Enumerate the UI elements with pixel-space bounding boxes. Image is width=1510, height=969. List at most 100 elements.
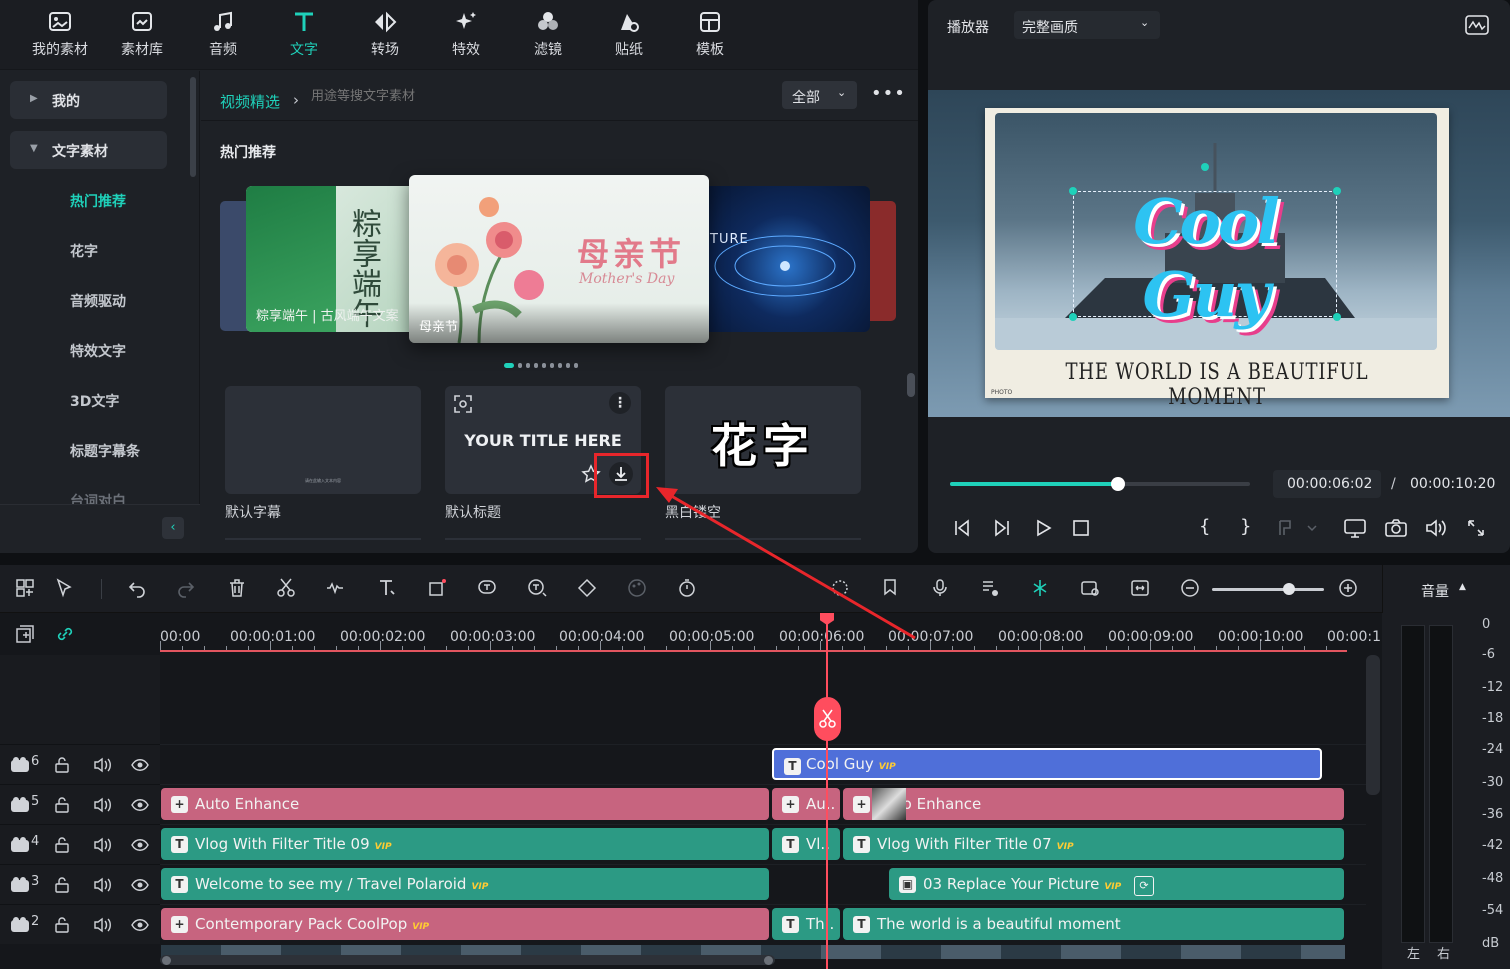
sidebar-item-audio-driven[interactable]: 音频驱动 xyxy=(70,291,126,311)
zoom-in-icon[interactable] xyxy=(1338,578,1358,598)
card-menu-icon[interactable]: ⋮ xyxy=(609,392,631,414)
progress-track[interactable] xyxy=(950,477,1250,491)
timeline-clip[interactable]: + Contemporary Pack CoolPop VIP xyxy=(161,908,769,940)
tab-stock-library[interactable]: 素材库 xyxy=(107,10,177,59)
video-preview[interactable]: THE WORLD IS A BEAUTIFUL MOMENT PHOTO Co… xyxy=(928,90,1510,417)
quality-select[interactable]: 完整画质 ⌄ xyxy=(1014,11,1160,39)
prev-frame-icon[interactable] xyxy=(952,518,972,538)
lock-icon[interactable] xyxy=(54,877,70,893)
eye-icon[interactable] xyxy=(131,878,149,892)
split-playhead-button[interactable] xyxy=(814,697,841,741)
tab-stickers[interactable]: 贴纸 xyxy=(594,10,664,59)
carousel-dot[interactable] xyxy=(542,363,546,368)
card-black-white-hollow[interactable]: 花字 xyxy=(665,386,861,494)
breadcrumb-link[interactable]: 视频精选 xyxy=(220,91,280,112)
sidebar-group-mine[interactable]: ▶ 我的 xyxy=(10,81,167,119)
link-icon[interactable] xyxy=(55,624,75,644)
progress-knob[interactable] xyxy=(1111,477,1125,491)
timeline-ruler[interactable]: 00:00 00:00:01:00 00:00:02:00 00:00:03:00 00… xyxy=(160,613,1382,655)
playhead-line[interactable] xyxy=(826,615,828,969)
undo-icon[interactable] xyxy=(127,578,147,598)
carousel-dot[interactable] xyxy=(574,363,578,368)
scissors-icon[interactable] xyxy=(276,578,296,598)
volume-menu[interactable]: 音量 ▲ xyxy=(1382,565,1510,613)
lock-icon[interactable] xyxy=(54,797,70,813)
track-volume-icon[interactable] xyxy=(93,797,111,813)
keyframe-icon[interactable] xyxy=(577,578,597,598)
sidebar-item-3d-text[interactable]: 3D文字 xyxy=(70,391,119,411)
add-track-icon[interactable] xyxy=(15,624,35,644)
carousel-card-mothers-day[interactable]: 母亲节 Mother's Day 母亲节 xyxy=(409,175,709,343)
tab-transition[interactable]: 转场 xyxy=(350,10,420,59)
volume-icon[interactable] xyxy=(1425,518,1447,538)
carousel-dot[interactable] xyxy=(518,363,522,368)
mic-icon[interactable] xyxy=(930,578,950,598)
resize-handle[interactable] xyxy=(1333,187,1341,195)
sidebar-item-title-bar[interactable]: 标题字幕条 xyxy=(70,441,140,461)
carousel-edge-card[interactable] xyxy=(870,201,896,321)
scroll-handle[interactable] xyxy=(162,956,171,965)
current-time[interactable]: 00:00:06:02 xyxy=(1273,470,1381,498)
motion-icon[interactable] xyxy=(1080,578,1100,598)
timeline-clip[interactable]: + Au.. xyxy=(772,788,840,820)
color-icon[interactable] xyxy=(627,578,647,598)
zoom-slider-knob[interactable] xyxy=(1283,583,1296,595)
resize-handle[interactable] xyxy=(1069,313,1077,321)
lock-icon[interactable] xyxy=(54,757,70,773)
carousel-dot[interactable] xyxy=(558,363,562,368)
filter-select[interactable]: 全部 ⌄ xyxy=(782,81,857,109)
crop-icon[interactable] xyxy=(427,578,447,598)
timeline-clip[interactable]: T The world is a beautiful moment xyxy=(843,908,1344,940)
resize-handle[interactable] xyxy=(1069,187,1077,195)
resize-handle[interactable] xyxy=(1333,313,1341,321)
audio-split-icon[interactable] xyxy=(325,578,345,598)
carousel-dot[interactable] xyxy=(526,363,530,368)
timeline-clip[interactable]: T Vlog With Filter Title 07 VIP xyxy=(843,828,1344,860)
delete-icon[interactable] xyxy=(227,578,247,598)
track-volume-icon[interactable] xyxy=(93,837,111,853)
speech-to-text-icon[interactable] xyxy=(477,578,497,598)
carousel-card-dragon-boat[interactable]: 粽享端午 粽享端午 | 古风端午文案 xyxy=(246,186,421,332)
marker-icon[interactable] xyxy=(1278,519,1318,537)
carousel-dot[interactable] xyxy=(504,363,514,368)
timeline-clip[interactable]: ▣ 03 Replace Your Picture VIP xyxy=(889,868,1344,900)
timeline-clip[interactable]: + Auto Enhance xyxy=(843,788,1344,820)
mark-in-icon[interactable]: { xyxy=(1199,516,1210,537)
search-input[interactable] xyxy=(311,84,561,108)
sidebar-group-text-assets[interactable]: ▼ 文字素材 xyxy=(10,131,167,169)
more-options-icon[interactable]: ••• xyxy=(871,83,906,104)
eye-icon[interactable] xyxy=(131,758,149,772)
track-volume-icon[interactable] xyxy=(93,877,111,893)
tts-icon[interactable] xyxy=(527,578,547,598)
play-icon[interactable] xyxy=(1033,518,1053,538)
zoom-out-icon[interactable] xyxy=(1180,578,1200,598)
tab-my-assets[interactable]: 我的素材 xyxy=(25,10,95,59)
carousel-dot[interactable] xyxy=(550,363,554,368)
timeline-clip[interactable]: T Cool Guy VIP xyxy=(772,748,1322,780)
carousel-dot[interactable] xyxy=(534,363,538,368)
timeline-clip[interactable]: + Auto Enhance xyxy=(161,788,769,820)
tab-effects[interactable]: 特效 xyxy=(431,10,501,59)
ai-cut-icon[interactable] xyxy=(1030,578,1050,598)
text-icon[interactable] xyxy=(377,578,397,598)
rotate-handle[interactable] xyxy=(1201,163,1209,171)
timeline-horizontal-scrollbar[interactable] xyxy=(160,955,775,965)
eye-icon[interactable] xyxy=(131,918,149,932)
tab-templates[interactable]: 模板 xyxy=(675,10,745,59)
mark-out-icon[interactable]: } xyxy=(1240,516,1251,537)
sidebar-item-fancy-text[interactable]: 花字 xyxy=(70,241,98,261)
tab-text[interactable]: 文字 xyxy=(269,10,339,59)
track-volume-icon[interactable] xyxy=(93,757,111,773)
sidebar-scrollbar[interactable] xyxy=(190,77,196,177)
replace-picture-icon[interactable]: ⟳ xyxy=(1134,876,1154,896)
eye-icon[interactable] xyxy=(131,798,149,812)
timeline-clip[interactable]: T Vl.. xyxy=(772,828,840,860)
eye-icon[interactable] xyxy=(131,838,149,852)
fit-icon[interactable] xyxy=(1130,578,1150,598)
tab-audio[interactable]: 音频 xyxy=(188,10,258,59)
display-icon[interactable] xyxy=(1344,518,1366,538)
lock-icon[interactable] xyxy=(54,837,70,853)
track-volume-icon[interactable] xyxy=(93,917,111,933)
select-arrow-icon[interactable] xyxy=(55,578,75,598)
lock-icon[interactable] xyxy=(54,917,70,933)
